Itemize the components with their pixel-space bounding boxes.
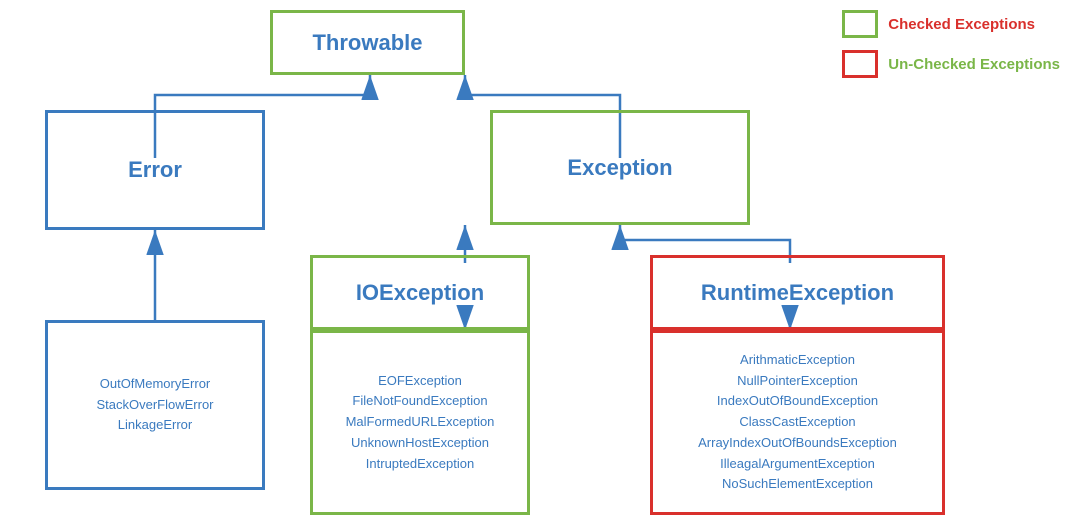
list-item: ArrayIndexOutOfBoundsException: [698, 433, 897, 454]
list-item: NoSuchElementException: [698, 474, 897, 495]
list-item: IndexOutOfBoundException: [698, 391, 897, 412]
legend: Checked Exceptions Un-Checked Exceptions: [842, 10, 1060, 78]
exception-label: Exception: [567, 155, 672, 181]
runtime-children-box: ArithmaticException NullPointerException…: [650, 330, 945, 515]
list-item: EOFException: [346, 371, 495, 392]
list-item: OutOfMemoryError: [96, 374, 213, 395]
legend-checked-label: Checked Exceptions: [888, 16, 1035, 33]
ioexception-box: IOException: [310, 255, 530, 330]
throwable-label: Throwable: [312, 30, 422, 56]
list-item: NullPointerException: [698, 371, 897, 392]
list-item: UnknownHostException: [346, 433, 495, 454]
exception-box: Exception: [490, 110, 750, 225]
legend-checked: Checked Exceptions: [842, 10, 1060, 38]
ioexception-label: IOException: [356, 280, 484, 306]
ioexception-children-box: EOFException FileNotFoundException MalFo…: [310, 330, 530, 515]
error-children-list: OutOfMemoryError StackOverFlowError Link…: [96, 374, 213, 436]
runtime-exception-label: RuntimeException: [701, 280, 894, 306]
list-item: IlleagalArgumentException: [698, 454, 897, 475]
legend-unchecked: Un-Checked Exceptions: [842, 50, 1060, 78]
error-label: Error: [128, 157, 182, 183]
legend-unchecked-label: Un-Checked Exceptions: [888, 56, 1060, 73]
list-item: IntruptedException: [346, 454, 495, 475]
runtime-children-list: ArithmaticException NullPointerException…: [698, 350, 897, 496]
diagram-container: Throwable Error Exception IOException Ru…: [0, 0, 1080, 528]
list-item: LinkageError: [96, 415, 213, 436]
ioexception-children-list: EOFException FileNotFoundException MalFo…: [346, 371, 495, 475]
list-item: MalFormedURLException: [346, 412, 495, 433]
list-item: FileNotFoundException: [346, 391, 495, 412]
list-item: ClassCastException: [698, 412, 897, 433]
error-box: Error: [45, 110, 265, 230]
legend-unchecked-box: [842, 50, 878, 78]
list-item: ArithmaticException: [698, 350, 897, 371]
throwable-box: Throwable: [270, 10, 465, 75]
legend-checked-box: [842, 10, 878, 38]
error-children-box: OutOfMemoryError StackOverFlowError Link…: [45, 320, 265, 490]
list-item: StackOverFlowError: [96, 395, 213, 416]
runtime-exception-box: RuntimeException: [650, 255, 945, 330]
